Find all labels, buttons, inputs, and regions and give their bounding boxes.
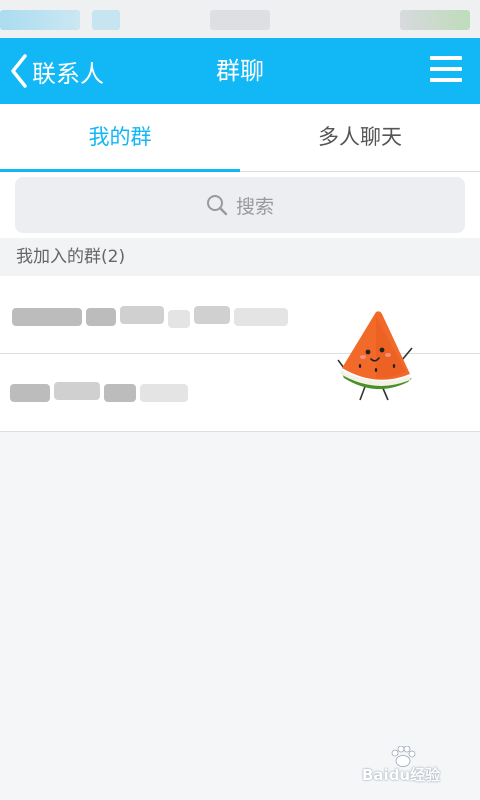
search-area: 搜索 [0, 172, 480, 238]
status-bar-blurred-left-2 [92, 10, 120, 30]
status-bar-blurred-left [0, 10, 80, 30]
watermelon-sticker-icon [337, 311, 413, 401]
blurred-group-name [120, 306, 164, 324]
blurred-group-name [104, 384, 136, 402]
blurred-group-name [54, 382, 100, 400]
blurred-group-name [86, 308, 116, 326]
watermark-text: Baidu经验 [362, 766, 441, 784]
status-bar-blurred-right [400, 10, 470, 30]
tab-bar: 我的群 多人聊天 [0, 104, 480, 173]
blurred-group-name [140, 384, 188, 402]
tab-label: 我的群 [88, 125, 152, 149]
menu-button[interactable] [430, 56, 462, 86]
section-header-joined-groups: 我加入的群(2) [0, 238, 480, 276]
search-input[interactable]: 搜索 [15, 177, 465, 233]
nav-bar: 联系人 群聊 [0, 38, 480, 104]
back-button[interactable]: 联系人 [10, 38, 104, 104]
blurred-group-name [12, 308, 82, 326]
back-label: 联系人 [32, 59, 104, 88]
empty-area [0, 432, 480, 800]
tab-my-groups[interactable]: 我的群 [0, 104, 240, 173]
search-icon [206, 195, 228, 216]
blurred-group-name [194, 306, 230, 324]
search-placeholder: 搜索 [235, 195, 274, 218]
baidu-watermark: Baidu经验 [362, 746, 458, 786]
tab-label: 多人聊天 [318, 125, 402, 149]
tab-multi-chat[interactable]: 多人聊天 [240, 104, 480, 172]
blurred-group-name [168, 310, 190, 328]
status-bar [0, 0, 480, 38]
hamburger-icon [430, 56, 462, 82]
chevron-left-icon [11, 54, 27, 88]
status-bar-blurred-time [210, 10, 270, 30]
blurred-group-name [10, 384, 50, 402]
blurred-group-name [234, 308, 288, 326]
